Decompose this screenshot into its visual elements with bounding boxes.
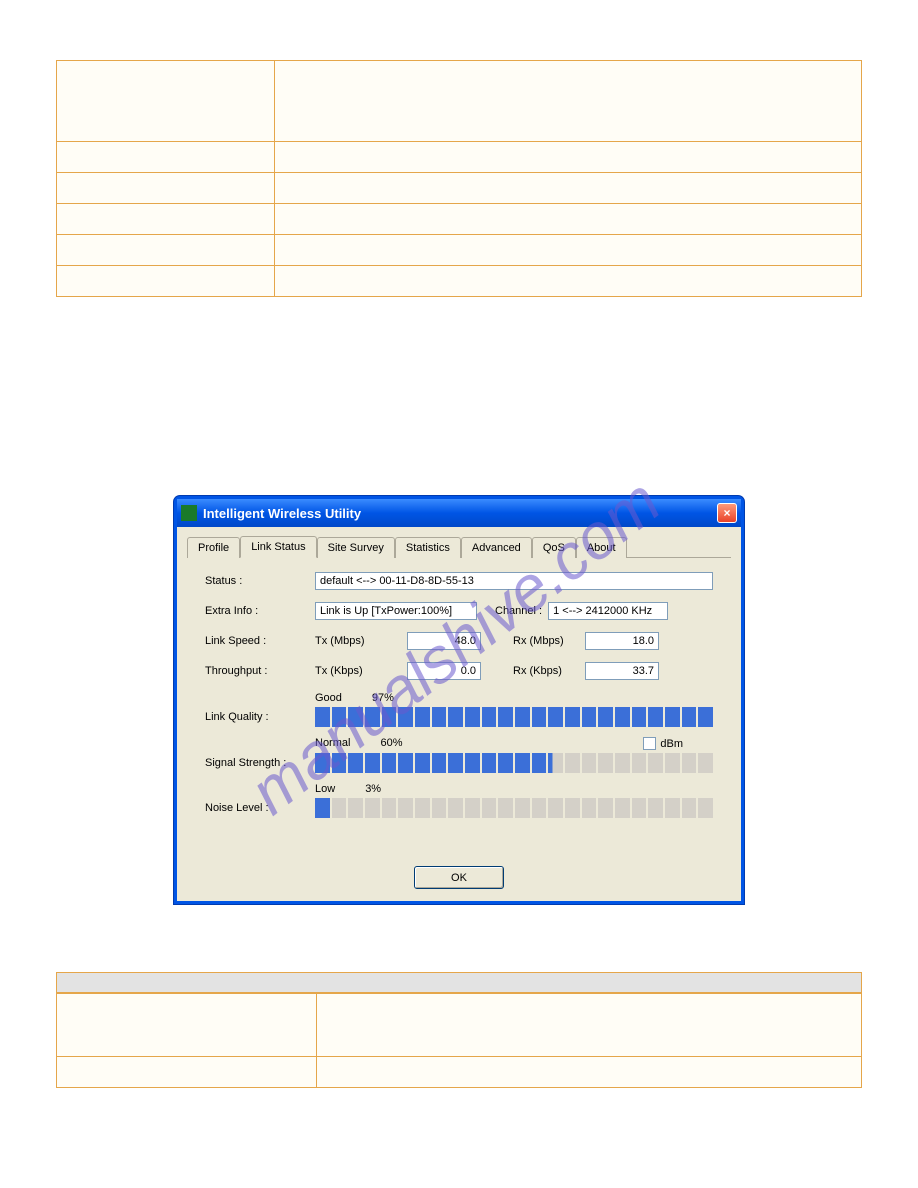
link-quality-percent: 97% — [372, 692, 394, 704]
noise-rating: Low — [315, 783, 335, 795]
app-icon — [181, 505, 197, 521]
tab-profile[interactable]: Profile — [187, 537, 240, 558]
tab-label: Profile — [198, 542, 229, 554]
tab-label: About — [587, 542, 616, 554]
table-row — [57, 172, 861, 203]
dbm-label: dBm — [660, 738, 683, 750]
table-row — [57, 265, 861, 296]
tab-strip: Profile Link Status Site Survey Statisti… — [187, 535, 731, 558]
tab-site-survey[interactable]: Site Survey — [317, 537, 395, 558]
link-quality-bar — [315, 707, 713, 727]
tab-statistics[interactable]: Statistics — [395, 537, 461, 558]
tab-label: Link Status — [251, 541, 305, 553]
lower-table — [56, 972, 862, 1088]
table-header — [57, 973, 861, 993]
tab-label: Statistics — [406, 542, 450, 554]
tx-mbps-value: 48.0 — [407, 632, 481, 650]
dialog-window: Intelligent Wireless Utility × Profile L… — [174, 496, 744, 904]
signal-strength-label: Signal Strength : — [205, 757, 315, 769]
table-row — [57, 1056, 861, 1087]
ok-button[interactable]: OK — [414, 866, 504, 889]
tab-about[interactable]: About — [576, 537, 627, 558]
rx-kbps-value: 33.7 — [585, 662, 659, 680]
tab-label: Advanced — [472, 542, 521, 554]
noise-level-bar — [315, 798, 713, 818]
table-row — [57, 203, 861, 234]
signal-rating: Normal — [315, 737, 350, 750]
status-value: default <--> 00-11-D8-8D-55-13 — [315, 572, 713, 590]
table-row — [57, 61, 861, 141]
signal-percent: 60% — [380, 737, 402, 750]
dbm-checkbox[interactable] — [643, 737, 656, 750]
link-speed-label: Link Speed : — [205, 635, 315, 647]
throughput-label: Throughput : — [205, 665, 315, 677]
close-icon: × — [723, 506, 730, 520]
noise-level-label: Noise Level : — [205, 802, 315, 814]
table-row — [57, 141, 861, 172]
rx-mbps-label: Rx (Mbps) — [513, 635, 585, 647]
rx-kbps-label: Rx (Kbps) — [513, 665, 585, 677]
window-title: Intelligent Wireless Utility — [203, 506, 717, 521]
upper-table — [56, 60, 862, 297]
tx-kbps-label: Tx (Kbps) — [315, 665, 407, 677]
tx-mbps-label: Tx (Mbps) — [315, 635, 407, 647]
channel-value: 1 <--> 2412000 KHz — [548, 602, 668, 620]
rx-mbps-value: 18.0 — [585, 632, 659, 650]
tab-advanced[interactable]: Advanced — [461, 537, 532, 558]
close-button[interactable]: × — [717, 503, 737, 523]
noise-percent: 3% — [365, 783, 381, 795]
table-row — [57, 234, 861, 265]
table-row — [57, 993, 861, 1056]
titlebar[interactable]: Intelligent Wireless Utility × — [177, 499, 741, 527]
channel-label: Channel : — [495, 605, 542, 617]
ok-button-label: OK — [451, 872, 467, 884]
tx-kbps-value: 0.0 — [407, 662, 481, 680]
tab-label: QoS — [543, 542, 565, 554]
signal-strength-bar — [315, 753, 713, 773]
link-quality-label: Link Quality : — [205, 711, 315, 723]
extra-info-label: Extra Info : — [205, 605, 315, 617]
tab-link-status[interactable]: Link Status — [240, 536, 316, 558]
extra-info-value: Link is Up [TxPower:100%] — [315, 602, 477, 620]
tab-qos[interactable]: QoS — [532, 537, 576, 558]
tab-label: Site Survey — [328, 542, 384, 554]
link-quality-rating: Good — [315, 692, 342, 704]
status-label: Status : — [205, 575, 315, 587]
